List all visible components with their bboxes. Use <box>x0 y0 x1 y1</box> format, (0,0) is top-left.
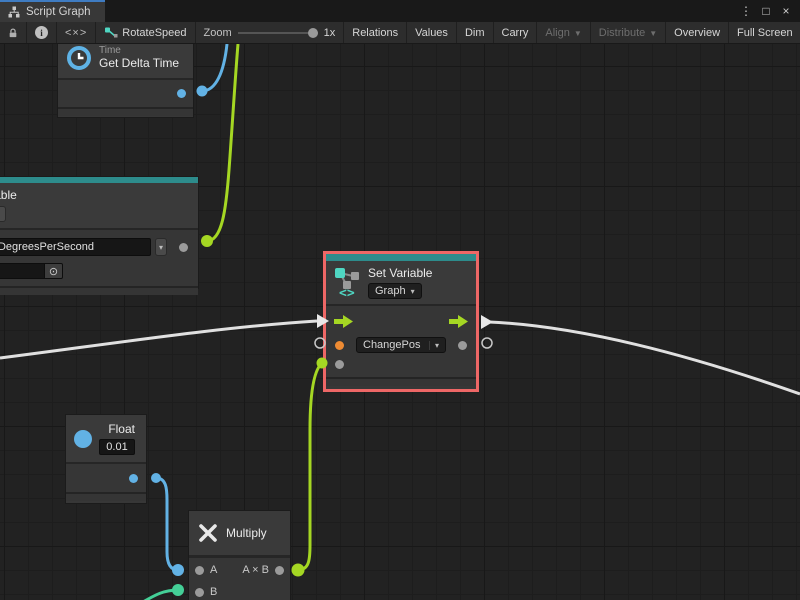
window-controls: ⋮ □ × <box>738 0 800 22</box>
tab-bar: Script Graph ⋮ □ × <box>0 0 800 22</box>
chevron-down-icon: ▼ <box>574 29 582 38</box>
node-footer <box>0 286 198 295</box>
svg-text:<>: <> <box>339 286 355 298</box>
graph-asset-icon <box>104 27 118 39</box>
tab-script-graph[interactable]: Script Graph <box>0 0 105 22</box>
full-screen-button[interactable]: Full Screen <box>729 22 800 43</box>
float-icon <box>74 430 92 448</box>
tab-title: Script Graph <box>26 6 91 18</box>
lock-button[interactable] <box>0 22 27 43</box>
graph-asset-button[interactable]: RotateSpeed <box>96 22 195 43</box>
flow-input-port[interactable] <box>334 315 353 328</box>
multiply-icon <box>197 522 219 544</box>
variable-name-input[interactable]: RotationDegreesPerSecond <box>0 238 151 256</box>
port-label: B <box>210 586 217 598</box>
port-label: A × B <box>242 564 269 576</box>
node-title: Set Variable <box>368 266 432 281</box>
align-dropdown[interactable]: Align ▼ <box>537 22 590 43</box>
chevron-down-icon: ▾ <box>429 341 439 350</box>
node-multiply[interactable]: Multiply A A × B B <box>188 510 291 600</box>
node-footer <box>326 377 476 386</box>
target-object-field[interactable]: This <box>0 263 45 279</box>
relations-button[interactable]: Relations <box>344 22 407 43</box>
graph-icon <box>8 6 20 18</box>
node-header: <> Set Variable Graph ▾ <box>326 261 476 304</box>
lock-icon <box>8 27 18 39</box>
carry-button[interactable]: Carry <box>494 22 538 43</box>
input-port-a[interactable] <box>195 566 204 575</box>
code-icon: <×> <box>65 27 87 39</box>
node-footer <box>58 107 193 116</box>
node-title: Float <box>108 422 135 437</box>
node-accent-bar <box>326 254 476 261</box>
float-output-port[interactable] <box>177 89 186 98</box>
menu-icon[interactable]: ⋮ <box>738 4 754 18</box>
clock-icon <box>66 45 92 71</box>
info-button[interactable]: i <box>27 22 57 43</box>
value-input-port[interactable] <box>335 360 344 369</box>
close-icon[interactable]: × <box>778 4 794 18</box>
maximize-icon[interactable]: □ <box>758 4 774 18</box>
code-view-button[interactable]: <×> <box>57 22 96 43</box>
node-float[interactable]: Float 0.01 <box>65 414 147 504</box>
float-output-port[interactable] <box>129 474 138 483</box>
port-label: A <box>210 564 217 576</box>
node-title: Get Delta Time <box>99 56 179 71</box>
zoom-level: 1x <box>324 27 336 39</box>
chevron-down-icon: ▾ <box>411 287 415 296</box>
variable-scope-dropdown[interactable]: Graph ▾ <box>368 283 422 299</box>
script-graph-window: Time Get Delta Time Get Variable Object … <box>0 0 800 600</box>
flow-output-port[interactable] <box>449 315 468 328</box>
node-title: Get Variable <box>0 188 17 203</box>
node-category: Time <box>99 45 179 56</box>
graph-toolbar: i <×> RotateSpeed Zoom 1x Relations Valu… <box>0 22 800 44</box>
node-header: Get Variable Object ▾ <box>0 183 198 228</box>
result-output-port[interactable] <box>275 566 284 575</box>
distribute-dropdown[interactable]: Distribute ▼ <box>591 22 666 43</box>
chevron-down-icon: ▼ <box>649 29 657 38</box>
node-title: Multiply <box>226 526 267 541</box>
info-icon: i <box>35 26 48 39</box>
zoom-slider-handle[interactable] <box>308 28 318 38</box>
zoom-control: Zoom 1x <box>196 22 345 43</box>
input-port-b[interactable] <box>195 588 204 597</box>
variable-scope-dropdown[interactable]: Object ▾ <box>0 206 6 222</box>
variable-name-dropdown[interactable]: ChangePos ▾ <box>356 337 446 353</box>
zoom-slider[interactable] <box>238 32 318 34</box>
variable-icon: <> <box>334 267 361 298</box>
node-header: Float 0.01 <box>66 415 146 462</box>
node-get-delta-time[interactable]: Time Get Delta Time <box>57 36 194 118</box>
overview-button[interactable]: Overview <box>666 22 729 43</box>
dim-button[interactable]: Dim <box>457 22 494 43</box>
node-footer <box>66 492 146 501</box>
value-output-port[interactable] <box>458 341 467 350</box>
zoom-label: Zoom <box>204 27 232 39</box>
chevron-down-icon: ▾ <box>159 243 163 252</box>
node-set-variable[interactable]: <> Set Variable Graph ▾ Chang <box>323 251 479 392</box>
variable-name-dropdown[interactable]: ▾ <box>155 238 167 256</box>
float-value-input[interactable]: 0.01 <box>99 439 135 455</box>
value-input-port[interactable] <box>335 341 344 350</box>
value-output-port[interactable] <box>179 243 188 252</box>
values-button[interactable]: Values <box>407 22 457 43</box>
node-header: Multiply <box>189 511 290 555</box>
node-get-variable[interactable]: Get Variable Object ▾ RotationDegreesPer… <box>0 176 199 289</box>
object-picker-icon[interactable]: ⊙ <box>45 263 63 279</box>
